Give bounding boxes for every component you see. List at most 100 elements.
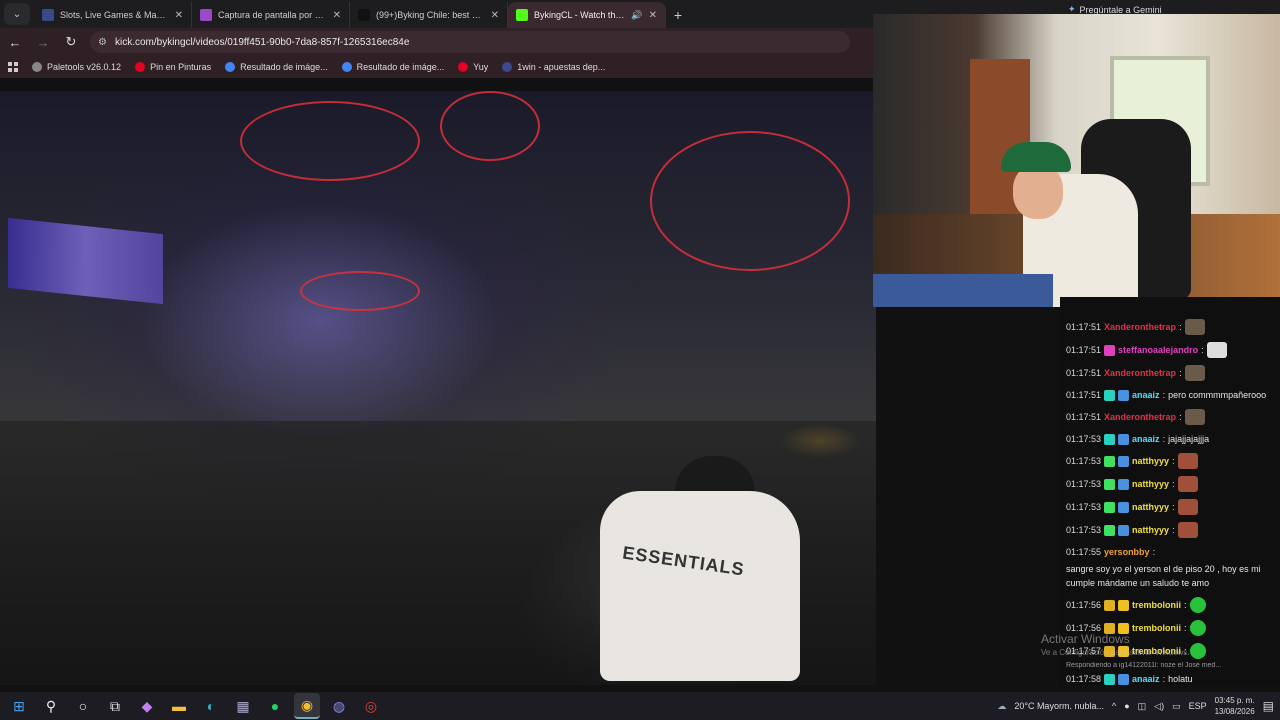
address-bar[interactable]: ⚙ kick.com/bykingcl/videos/019ff451-90b0… xyxy=(90,31,850,53)
chat-username[interactable]: trembolonii xyxy=(1132,598,1181,612)
tab-search-button[interactable]: ⌄ xyxy=(4,3,30,25)
chat-username[interactable]: Xanderonthetrap xyxy=(1104,410,1176,424)
chat-text: holatu xyxy=(1168,674,1193,684)
chat-message[interactable]: 01:17:51 Xanderonthetrap: xyxy=(1066,365,1274,381)
chat-username[interactable]: natthyyy xyxy=(1132,454,1169,468)
bookmark-item[interactable]: Paletools v26.0.12 xyxy=(32,62,121,72)
spotify-icon[interactable]: ● xyxy=(262,693,288,719)
network-icon[interactable]: ◫ xyxy=(1138,701,1147,712)
bookmark-label: Resultado de imáge... xyxy=(356,62,445,72)
desk xyxy=(873,274,1053,307)
chat-username[interactable]: trembolonii xyxy=(1132,621,1181,635)
new-tab-button[interactable]: + xyxy=(666,2,690,28)
chat-username[interactable]: natthyyy xyxy=(1132,523,1169,537)
url-text: kick.com/bykingcl/videos/019ff451-90b0-7… xyxy=(114,36,410,48)
chat-username[interactable]: anaaiz xyxy=(1132,388,1160,402)
apps-grid-icon[interactable] xyxy=(8,62,18,72)
chat-timestamp: 01:17:51 xyxy=(1066,390,1102,400)
chat-message[interactable]: 01:17:51 anaaiz: pero commmmpañerooo xyxy=(1066,388,1274,402)
reload-button[interactable]: ↻ xyxy=(62,33,80,51)
chat-badge-icon xyxy=(1118,389,1130,401)
battery-icon[interactable]: ▭ xyxy=(1172,701,1181,712)
site-info-icon[interactable]: ⚙ xyxy=(98,37,107,48)
edge-icon[interactable]: ◐ xyxy=(198,693,224,719)
forward-button[interactable]: → xyxy=(34,33,52,51)
chat-timestamp: 01:17:58 xyxy=(1066,674,1102,684)
chat-username[interactable]: yersonbby xyxy=(1104,545,1150,559)
file-explorer-icon[interactable]: ▬ xyxy=(166,693,192,719)
store-icon[interactable]: ▦ xyxy=(230,693,256,719)
tab-close-icon[interactable]: ✕ xyxy=(649,10,657,21)
copilot-icon[interactable]: ◆ xyxy=(134,693,160,719)
tab-title: BykingCL - Watch the VOD xyxy=(534,10,625,20)
chat-panel: 01:17:51 Xanderonthetrap:01:17:51 steffano… xyxy=(1060,297,1280,685)
hoodie-print: ESSENTIALS xyxy=(621,542,746,580)
taskbar: ⊞ ⚲ ○ ⧉ ◆ ▬ ◐ ▦ ● ◉ ◍ ◎ ☁ 20°C Mayorm. n… xyxy=(0,692,1280,720)
chat-message[interactable]: 01:17:51 Xanderonthetrap: xyxy=(1066,319,1274,335)
chat-separator: : xyxy=(1172,525,1175,535)
app-icon[interactable]: ◎ xyxy=(358,693,384,719)
chat-message[interactable]: 01:17:55 yersonbby: sangre soy yo el yerso… xyxy=(1066,545,1274,590)
search-icon[interactable]: ⚲ xyxy=(38,693,64,719)
chat-username[interactable]: steffanoaalejandro xyxy=(1118,343,1198,357)
bookmark-item[interactable]: 1win - apuestas dep... xyxy=(502,62,605,72)
discord-icon[interactable]: ◍ xyxy=(326,693,352,719)
chat-badge-icon xyxy=(1104,455,1116,467)
chat-message[interactable]: 01:17:58 anaaiz: holatu xyxy=(1066,672,1274,685)
chat-badge-icon xyxy=(1104,389,1116,401)
bookmark-item[interactable]: Pin en Pinturas xyxy=(135,62,211,72)
chat-timestamp: 01:17:51 xyxy=(1066,412,1102,422)
volume-icon[interactable]: ◁) xyxy=(1154,701,1164,712)
windows-start-icon[interactable]: ⊞ xyxy=(6,693,32,719)
chat-badge-icon xyxy=(1118,478,1130,490)
bookmark-item[interactable]: Resultado de imáge... xyxy=(341,62,445,72)
chat-emote-icon xyxy=(1184,365,1205,381)
browser-tab[interactable]: BykingCL - Watch the VOD 🔊 ✕ xyxy=(508,2,666,28)
chat-badge-icon xyxy=(1104,433,1116,445)
clock[interactable]: 03:45 p. m. 13/08/2026 xyxy=(1215,695,1255,717)
bookmark-item[interactable]: Yuy xyxy=(458,62,488,72)
tab-close-icon[interactable]: ✕ xyxy=(491,10,499,21)
chat-message[interactable]: 01:17:51 Xanderonthetrap: xyxy=(1066,409,1274,425)
chat-username[interactable]: Xanderonthetrap xyxy=(1104,320,1176,334)
chat-username[interactable]: anaaiz xyxy=(1132,672,1160,685)
chat-username[interactable]: natthyyy xyxy=(1132,500,1169,514)
chat-username[interactable]: Xanderonthetrap xyxy=(1104,366,1176,380)
browser-tab[interactable]: (99+)Byking Chile: best clips, rankings ✕ xyxy=(350,2,508,28)
chat-message[interactable]: 01:17:53 natthyyy: xyxy=(1066,476,1274,492)
chrome-icon[interactable]: ◉ xyxy=(294,693,320,719)
chat-emote-icon xyxy=(1177,453,1198,469)
browser-tab[interactable]: Slots, Live Games & Massive Jackpots ✕ xyxy=(34,2,192,28)
chat-message[interactable]: 01:17:53 natthyyy: xyxy=(1066,522,1274,538)
chat-badge-icon xyxy=(1118,501,1130,513)
task-view-icon[interactable]: ⧉ xyxy=(102,693,128,719)
chat-separator: : xyxy=(1162,434,1166,444)
tab-audio-icon[interactable]: 🔊 xyxy=(631,10,642,21)
chat-message[interactable]: 01:17:53 anaaiz: jajajjajajjja xyxy=(1066,432,1274,446)
browser-tab[interactable]: Captura de pantalla por Lightshot ✕ xyxy=(192,2,350,28)
video-player[interactable]: ESSENTIALS xyxy=(0,91,876,685)
clock-time: 03:45 p. m. xyxy=(1214,696,1255,705)
tab-close-icon[interactable]: ✕ xyxy=(333,10,341,21)
chat-emote-icon xyxy=(1177,476,1198,492)
chat-message[interactable]: 01:17:53 natthyyy: xyxy=(1066,499,1274,515)
notifications-icon[interactable]: ▤ xyxy=(1263,699,1274,713)
cortana-icon[interactable]: ○ xyxy=(70,693,96,719)
chat-timestamp: 01:17:51 xyxy=(1066,368,1102,378)
weather-icon[interactable]: ☁ xyxy=(997,701,1006,712)
weather-text[interactable]: 20°C Mayorm. nubla... xyxy=(1014,701,1104,711)
chat-username[interactable]: anaaiz xyxy=(1132,432,1160,446)
back-button[interactable]: ← xyxy=(6,33,24,51)
chat-message[interactable]: 01:17:51 steffanoaalejandro: xyxy=(1066,342,1274,358)
chat-timestamp: 01:17:53 xyxy=(1066,434,1102,444)
bookmark-item[interactable]: Resultado de imáge... xyxy=(225,62,328,72)
language-indicator[interactable]: ESP xyxy=(1189,701,1207,711)
chat-message[interactable]: 01:17:53 natthyyy: xyxy=(1066,453,1274,469)
tab-close-icon[interactable]: ✕ xyxy=(175,10,183,21)
chat-message[interactable]: 01:17:56 trembolonii: xyxy=(1066,597,1274,613)
microphone-icon[interactable]: ● xyxy=(1124,701,1129,711)
chat-username[interactable]: natthyyy xyxy=(1132,477,1169,491)
tray-chevron-icon[interactable]: ^ xyxy=(1112,701,1116,711)
chat-separator: : xyxy=(1152,547,1156,557)
chat-badge-icon xyxy=(1118,455,1130,467)
